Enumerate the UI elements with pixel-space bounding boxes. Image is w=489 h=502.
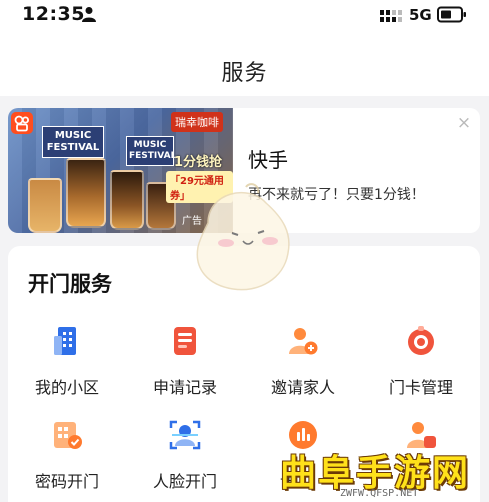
service-apply-records[interactable]: 申请记录 [126,324,244,404]
face-door-icon [169,420,201,450]
coffee-cup [28,178,62,233]
status-time: 12:35 [22,3,85,25]
service-password-door[interactable]: 密码开门 [8,418,126,498]
service-my-community[interactable]: 我的小区 [8,324,126,404]
service-label: 人脸开门 [152,472,217,491]
section-title: 开门服务 [28,272,112,296]
building-icon [54,327,76,355]
service-label: 邀请家人 [270,378,335,397]
page-title: 服务 [221,61,268,86]
status-bar: 12:35 5G [0,0,489,30]
invite-family-icon [289,328,318,355]
service-label: 门卡管理 [388,378,453,397]
service-label: 我的小区 [34,378,99,397]
service-label: 密码开门 [34,472,99,491]
network-type: 5G [409,6,432,24]
password-door-icon [54,422,82,449]
service-door-card[interactable]: 门卡管理 [362,324,480,404]
person-icon [82,7,96,22]
site-watermark: 曲阜手游网 ZWFW.QFSP.NET [270,444,489,502]
ad-festival-sign-2: MUSIC FESTIVAL [126,136,176,166]
nav-bar: 服务 [0,30,489,96]
coffee-cup [66,158,106,228]
service-invite-family[interactable]: 邀请家人 [244,324,362,404]
service-face-door[interactable]: 人脸开门 [126,418,244,498]
mascot-watermark-icon [196,183,290,291]
close-icon[interactable]: × [455,114,473,132]
coffee-cup [110,170,144,230]
battery-icon [437,6,466,23]
watermark-url: ZWFW.QFSP.NET [340,488,419,499]
door-card-icon [408,326,434,355]
ad-brand-tag: 瑞幸咖啡 [171,112,223,132]
ad-festival-sign: MUSIC FESTIVAL [42,126,104,158]
signal-icon [380,10,402,22]
record-icon [174,327,196,355]
kuaishou-logo-icon [11,112,33,134]
ad-app-name: 快手 [248,148,288,172]
service-label: 申请记录 [152,378,217,397]
ad-headline: 1分钱抢 [174,155,223,170]
